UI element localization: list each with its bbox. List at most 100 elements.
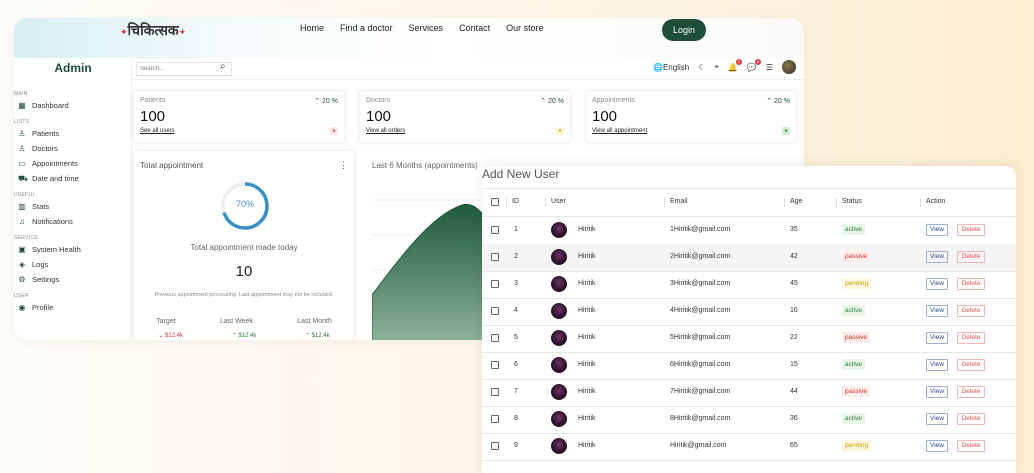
sidebar-item-stats[interactable]: ▥ Stats bbox=[18, 202, 49, 211]
sidebar-item-label: System Health bbox=[32, 245, 81, 254]
more-options-icon[interactable]: ⋮ bbox=[339, 160, 348, 171]
user-email: 6Hiritik@gmail.com bbox=[670, 361, 731, 368]
brand-logo[interactable]: ✦चिकित्सक✦ bbox=[120, 21, 186, 40]
column-header-id[interactable]: ID bbox=[512, 198, 519, 205]
row-checkbox[interactable] bbox=[491, 226, 499, 234]
status-badge: active bbox=[842, 305, 865, 316]
sidebar-section-label: USEFUL bbox=[14, 192, 36, 198]
nav-find-doctor[interactable]: Find a doctor bbox=[340, 23, 393, 33]
sidebar-section-label: USER bbox=[14, 293, 30, 299]
column-header-status[interactable]: Status bbox=[842, 198, 862, 205]
table-row[interactable]: 8 Hiritik 8Hiritik@gmail.com 36 active View De… bbox=[482, 406, 1016, 433]
nav-store[interactable]: Our store bbox=[506, 23, 544, 33]
sidebar-item-label: Dashboard bbox=[32, 101, 69, 110]
row-checkbox[interactable] bbox=[491, 388, 499, 396]
view-button[interactable]: View bbox=[926, 224, 948, 236]
sidebar-item-profile[interactable]: ◉ Profile bbox=[18, 303, 54, 312]
select-all-checkbox[interactable] bbox=[491, 198, 499, 206]
table-row[interactable]: 5 Hiritik 5Hiritik@gmail.com 22 passive View D… bbox=[482, 325, 1016, 352]
view-button[interactable]: View bbox=[926, 440, 948, 452]
delete-button[interactable]: Delete bbox=[957, 278, 985, 290]
view-button[interactable]: View bbox=[926, 359, 948, 371]
table-row[interactable]: 4 Hiritik 4Hiritik@gmail.com 16 active View De… bbox=[482, 298, 1016, 325]
card-percentage: ⌃ 20 % bbox=[766, 98, 790, 105]
table-row[interactable]: 2 Hiritik 2Hiritik@gmail.com 42 passive View D… bbox=[482, 244, 1016, 271]
delete-button[interactable]: Delete bbox=[957, 440, 985, 452]
user-avatar[interactable] bbox=[782, 60, 796, 74]
delete-button[interactable]: Delete bbox=[957, 413, 985, 425]
nav-home[interactable]: Home bbox=[300, 23, 324, 33]
sidebar-item-appointments[interactable]: ▭ Appointments bbox=[18, 159, 78, 168]
delete-button[interactable]: Delete bbox=[957, 386, 985, 398]
card-link[interactable]: See all users bbox=[140, 128, 175, 134]
nav-links: Home Find a doctor Services Contact Our … bbox=[300, 23, 544, 33]
stats-icon: ▥ bbox=[18, 201, 26, 211]
list-icon[interactable]: ☰ bbox=[766, 63, 773, 72]
add-new-user-title[interactable]: Add New User bbox=[482, 167, 559, 181]
table-row[interactable]: 3 Hiritik 3Hiritik@gmail.com 45 pending View D… bbox=[482, 271, 1016, 298]
sidebar-item-system-health[interactable]: ▣ System Health bbox=[18, 245, 81, 254]
delete-button[interactable]: Delete bbox=[957, 332, 985, 344]
total-appointment-card: Total appointment ⋮ 70% Total appointmen… bbox=[134, 151, 354, 340]
sidebar-item-patients[interactable]: ♙ Patients bbox=[18, 129, 59, 138]
status-badge: active bbox=[842, 224, 865, 235]
card-title: Appointments bbox=[592, 97, 635, 104]
view-button[interactable]: View bbox=[926, 386, 948, 398]
status-badge: passive bbox=[842, 332, 871, 343]
view-button[interactable]: View bbox=[926, 278, 948, 290]
sidebar-item-label: Doctors bbox=[32, 144, 58, 153]
card-link[interactable]: View all appointment bbox=[592, 128, 647, 134]
table-row[interactable]: 6 Hiritik 6Hiritik@gmail.com 15 active View De… bbox=[482, 352, 1016, 379]
row-checkbox[interactable] bbox=[491, 361, 499, 369]
delete-button[interactable]: Delete bbox=[957, 305, 985, 317]
column-header-action[interactable]: Action bbox=[926, 198, 945, 205]
dark-mode-icon[interactable]: ☾ bbox=[698, 63, 705, 72]
delete-button[interactable]: Delete bbox=[957, 359, 985, 371]
row-checkbox[interactable] bbox=[491, 280, 499, 288]
fullscreen-icon[interactable]: ⌖ bbox=[714, 62, 719, 72]
search-icon[interactable]: ⌕ bbox=[220, 61, 226, 72]
card-link[interactable]: View all orders bbox=[366, 128, 405, 134]
sidebar-item-doctors[interactable]: ♙ Doctors bbox=[18, 144, 58, 153]
table-row[interactable]: 9 Hiritik Hiritik@gmail.com 65 pending View De… bbox=[482, 433, 1016, 460]
language-selector[interactable]: 🌐English bbox=[653, 63, 689, 72]
row-checkbox[interactable] bbox=[491, 307, 499, 315]
row-checkbox[interactable] bbox=[491, 415, 499, 423]
login-button[interactable]: Login bbox=[662, 19, 706, 41]
sidebar-item-label: Date and time bbox=[32, 174, 79, 183]
sidebar-item-notifications[interactable]: ♫ Notifications bbox=[18, 217, 73, 226]
card-mini-icon: ● bbox=[330, 127, 338, 135]
card-value: 100 bbox=[140, 108, 166, 125]
chat-icon[interactable]: 💬 2 bbox=[747, 58, 761, 72]
column-header-email[interactable]: Email bbox=[670, 198, 688, 205]
stat-card-patients: Patients ⌃ 20 % 100 See all users ● bbox=[134, 91, 344, 142]
sidebar-item-label: Stats bbox=[32, 202, 50, 211]
row-checkbox[interactable] bbox=[491, 334, 499, 342]
view-button[interactable]: View bbox=[926, 251, 948, 263]
row-checkbox[interactable] bbox=[491, 442, 499, 450]
table-row[interactable]: 1 Hiritik 1Hiritik@gmail.com 35 active View De… bbox=[482, 217, 1016, 244]
user-age: 36 bbox=[790, 415, 798, 422]
arrow-down-icon: ⌄ bbox=[158, 333, 165, 339]
card-mini-icon: ● bbox=[782, 127, 790, 135]
sidebar-item-settings[interactable]: ⚙ Settings bbox=[18, 275, 59, 284]
sidebar-item-logs[interactable]: ◈ Logs bbox=[18, 260, 48, 269]
column-header-user[interactable]: User bbox=[551, 198, 566, 205]
sidebar-item-dashboard[interactable]: ▦ Dashboard bbox=[18, 101, 69, 110]
view-button[interactable]: View bbox=[926, 413, 948, 425]
user-age: 16 bbox=[790, 307, 798, 314]
nav-contact[interactable]: Contact bbox=[459, 23, 490, 33]
view-button[interactable]: View bbox=[926, 332, 948, 344]
table-row[interactable]: 7 Hiritik 7Hiritik@gmail.com 44 passive View D… bbox=[482, 379, 1016, 406]
column-header-age[interactable]: Age bbox=[790, 198, 802, 205]
view-button[interactable]: View bbox=[926, 305, 948, 317]
sidebar-item-date-and-time[interactable]: ⛟ Date and time bbox=[18, 174, 79, 183]
search-input[interactable] bbox=[136, 62, 232, 76]
notification-icon[interactable]: 🔔 1 bbox=[728, 58, 742, 72]
row-checkbox[interactable] bbox=[491, 253, 499, 261]
nav-services[interactable]: Services bbox=[409, 23, 444, 33]
delete-button[interactable]: Delete bbox=[957, 224, 985, 236]
row-id: 6 bbox=[514, 361, 518, 368]
settings-icon: ⚙ bbox=[18, 274, 26, 284]
delete-button[interactable]: Delete bbox=[957, 251, 985, 263]
